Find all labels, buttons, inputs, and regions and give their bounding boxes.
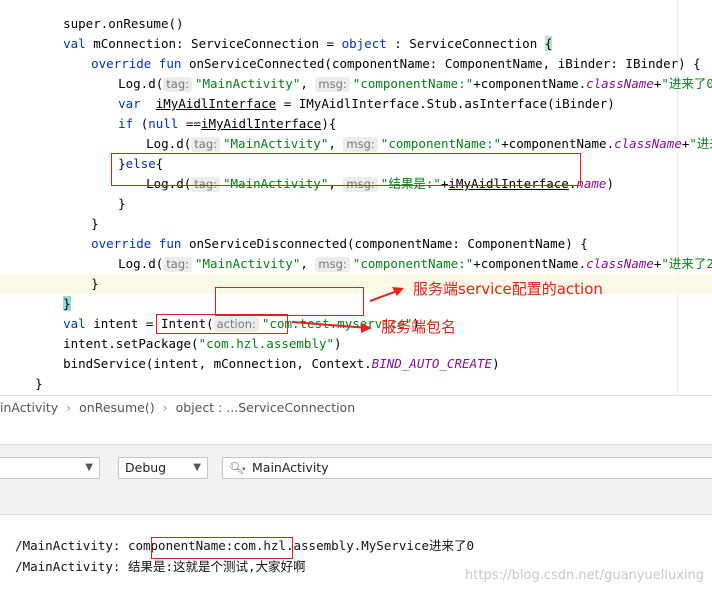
code-editor[interactable]: super.onResume() val mConnection: Servic…	[0, 0, 712, 393]
chevron-down-icon: ▼	[193, 462, 201, 473]
log-result-text: 这就是个测试,大家好啊	[172, 559, 306, 574]
watermark: https://blog.csdn.net/guanyueliuxing	[465, 568, 704, 583]
breadcrumb-separator: ›	[66, 400, 72, 415]
search-history-icon[interactable]: ▾	[242, 459, 246, 479]
log-level-select[interactable]: Debug ▼	[118, 457, 208, 479]
chevron-down-icon: ▼	[85, 462, 93, 473]
log-level-value: Debug	[125, 460, 167, 475]
arrow-to-package	[291, 321, 372, 333]
annotation-action: 服务端service配置的action	[413, 280, 603, 298]
arrow-to-action	[369, 287, 404, 302]
log-text: /MainActivity: 结果是:	[15, 559, 173, 574]
breadcrumb-item-object[interactable]: object : ...ServiceConnection	[176, 400, 356, 415]
search-value: MainActivity	[252, 460, 329, 475]
logcat-search-input[interactable]: 🔍︎ ▾ MainActivity	[222, 457, 712, 479]
breadcrumb-separator: ›	[162, 400, 168, 415]
highlight-box-log-result	[151, 537, 293, 559]
annotation-arrows	[291, 287, 404, 333]
annotation-package: 服务端包名	[381, 318, 457, 336]
breadcrumb-item-method[interactable]: onResume()	[79, 400, 154, 415]
logcat-subbar	[0, 488, 712, 515]
log-line-1: /MainActivity: componentName:com.hzl.ass…	[0, 516, 474, 553]
device-select[interactable]: ▼	[0, 457, 100, 479]
breadcrumb: inActivity › onResume() › object : ...Servic…	[0, 395, 712, 420]
logcat-toolbar: ▼ Debug ▼ 🔍︎ ▾ MainActivity	[0, 444, 712, 490]
breadcrumb-item-class[interactable]: inActivity	[0, 400, 58, 415]
